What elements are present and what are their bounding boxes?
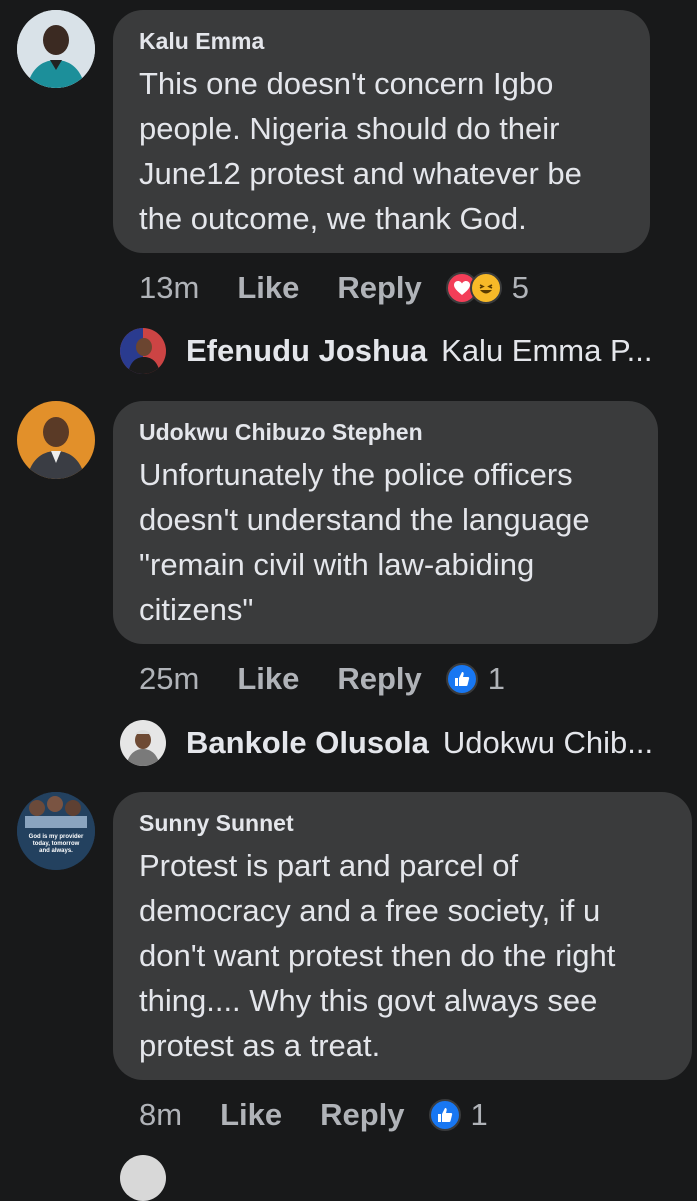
comment-author[interactable]: Kalu Emma [139,28,624,55]
comment-actions: 25m Like Reply 1 [139,661,505,697]
reaction-count: 5 [511,270,530,305]
reaction-count: 1 [487,661,506,696]
reply-button[interactable]: Reply [337,270,421,306]
like-icon [445,663,478,695]
reply-author[interactable]: Efenudu Joshua [186,333,427,369]
haha-icon [469,272,502,304]
reply-avatar [120,328,166,374]
reply-snippet: Udokwu Chib... [442,725,654,760]
avatar[interactable]: God is my provider today, tomorrow and a… [17,792,95,870]
comment-bubble: Sunny Sunnet Protest is part and parcel … [113,792,692,1080]
reply-author[interactable]: Bankole Olusola [186,725,429,761]
avatar[interactable] [17,10,95,88]
avatar[interactable] [17,401,95,479]
reply-avatar-partial [120,1155,166,1201]
comment-author[interactable]: Udokwu Chibuzo Stephen [139,419,632,446]
reaction-summary[interactable]: 5 [445,270,530,306]
like-button[interactable]: Like [220,1097,282,1133]
like-icon [428,1099,461,1131]
reply-preview[interactable]: Efenudu Joshua Kalu Emma P... [120,328,653,374]
comment-timestamp[interactable]: 8m [139,1097,182,1133]
reply-avatar [120,720,166,766]
like-button[interactable]: Like [237,661,299,697]
avatar-caption: God is my provider today, tomorrow and a… [28,834,84,854]
comment-text: This one doesn't concern Igbo people. Ni… [139,66,582,236]
comment-bubble: Kalu Emma This one doesn't concern Igbo … [113,10,650,253]
comment-actions: 8m Like Reply 1 [139,1097,488,1133]
reply-button[interactable]: Reply [337,661,421,697]
comment-timestamp[interactable]: 25m [139,661,199,697]
reply-snippet: Kalu Emma P... [441,333,653,368]
reaction-summary[interactable]: 1 [445,661,506,697]
reply-preview[interactable]: Bankole Olusola Udokwu Chib... [120,720,653,766]
reply-button[interactable]: Reply [320,1097,404,1133]
reaction-count: 1 [470,1097,488,1132]
comment-text: Protest is part and parcel of democracy … [139,848,616,1063]
comment-text: Unfortunately the police officers doesn'… [139,457,590,627]
comment-actions: 13m Like Reply 5 [139,270,529,306]
comment-timestamp[interactable]: 13m [139,270,199,306]
reaction-summary[interactable]: 1 [428,1097,488,1133]
comment-author[interactable]: Sunny Sunnet [139,810,666,837]
comment-bubble: Udokwu Chibuzo Stephen Unfortunately the… [113,401,658,644]
like-button[interactable]: Like [237,270,299,306]
